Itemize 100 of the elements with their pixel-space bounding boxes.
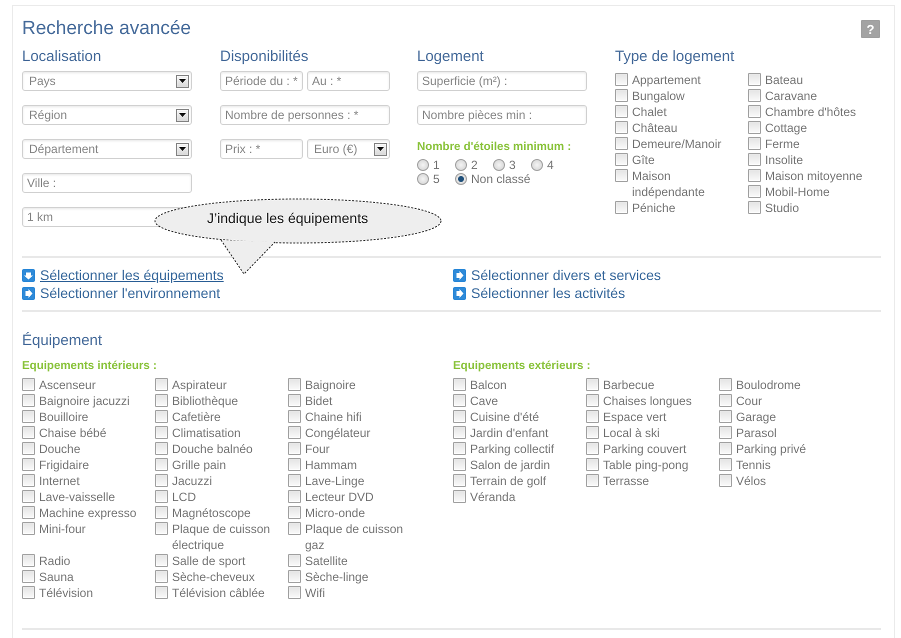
checkbox[interactable] — [155, 490, 168, 503]
checkbox[interactable] — [22, 474, 35, 487]
checkbox[interactable] — [719, 426, 732, 439]
checkbox[interactable] — [155, 426, 168, 439]
checkbox[interactable] — [748, 137, 761, 150]
checkbox-label[interactable]: Satellite — [305, 553, 348, 569]
checkbox[interactable] — [719, 474, 732, 487]
checkbox[interactable] — [748, 121, 761, 134]
checkbox[interactable] — [22, 490, 35, 503]
checkbox-label[interactable]: Cottage — [765, 120, 808, 136]
checkbox[interactable] — [155, 378, 168, 391]
checkbox-label[interactable]: Baignoire jacuzzi — [39, 393, 130, 409]
checkbox-label[interactable]: Balcon — [470, 377, 507, 393]
checkbox-label[interactable]: Péniche — [632, 200, 676, 216]
section-link[interactable]: Sélectionner les activités — [453, 284, 626, 302]
checkbox[interactable] — [615, 201, 628, 214]
checkbox[interactable] — [288, 522, 301, 535]
checkbox[interactable] — [615, 137, 628, 150]
checkbox[interactable] — [615, 89, 628, 102]
radio-button[interactable] — [417, 173, 429, 185]
checkbox-label[interactable]: Cafetière — [172, 409, 221, 425]
checkbox-label[interactable]: Parasol — [736, 425, 777, 441]
checkbox-label[interactable]: Boulodrome — [736, 377, 801, 393]
checkbox[interactable] — [719, 378, 732, 391]
checkbox-label[interactable]: Jacuzzi — [172, 473, 212, 489]
checkbox[interactable] — [615, 169, 628, 182]
checkbox-label[interactable]: Tennis — [736, 457, 771, 473]
input-field[interactable]: Superficie (m²) : — [417, 71, 587, 91]
checkbox-label[interactable]: Barbecue — [603, 377, 654, 393]
checkbox[interactable] — [22, 378, 35, 391]
checkbox[interactable] — [453, 394, 466, 407]
checkbox-label[interactable]: Chalet — [632, 104, 667, 120]
checkbox[interactable] — [615, 105, 628, 118]
checkbox-label[interactable]: Véranda — [470, 489, 516, 505]
checkbox-label[interactable]: LCD — [172, 489, 196, 505]
checkbox[interactable] — [719, 394, 732, 407]
checkbox[interactable] — [22, 458, 35, 471]
checkbox-label[interactable]: Micro-onde — [305, 505, 366, 521]
help-button[interactable]: ? — [861, 20, 880, 38]
radio-button[interactable] — [455, 159, 467, 171]
checkbox-label[interactable]: Maison indépendante — [632, 168, 733, 200]
checkbox[interactable] — [288, 570, 301, 583]
radio-button[interactable] — [417, 159, 429, 171]
checkbox[interactable] — [586, 458, 599, 471]
checkbox-label[interactable]: Salle de sport — [172, 553, 246, 569]
checkbox[interactable] — [288, 410, 301, 423]
checkbox[interactable] — [586, 426, 599, 439]
checkbox-label[interactable]: Chaises longues — [603, 393, 692, 409]
radio-button[interactable] — [455, 173, 467, 185]
checkbox-label[interactable]: Cour — [736, 393, 762, 409]
checkbox[interactable] — [719, 410, 732, 423]
checkbox[interactable] — [615, 73, 628, 86]
checkbox-label[interactable]: Bouilloire — [39, 409, 88, 425]
checkbox[interactable] — [586, 410, 599, 423]
checkbox-label[interactable]: Table ping-pong — [603, 457, 688, 473]
checkbox[interactable] — [288, 490, 301, 503]
checkbox[interactable] — [748, 105, 761, 118]
checkbox[interactable] — [453, 490, 466, 503]
checkbox[interactable] — [748, 89, 761, 102]
checkbox[interactable] — [288, 378, 301, 391]
checkbox[interactable] — [586, 394, 599, 407]
star-option-label[interactable]: Non classé — [471, 172, 530, 186]
checkbox-label[interactable]: Appartement — [632, 72, 701, 88]
checkbox-label[interactable]: Internet — [39, 473, 80, 489]
checkbox-label[interactable]: Télévision câblée — [172, 585, 265, 601]
input-field[interactable]: Nombre de personnes : * — [220, 105, 390, 125]
checkbox-label[interactable]: Insolite — [765, 152, 804, 168]
checkbox[interactable] — [22, 410, 35, 423]
section-link[interactable]: Sélectionner les équipements — [22, 266, 224, 284]
checkbox[interactable] — [615, 121, 628, 134]
checkbox-label[interactable]: Frigidaire — [39, 457, 90, 473]
checkbox-label[interactable]: Aspirateur — [172, 377, 227, 393]
checkbox-label[interactable]: Bidet — [305, 393, 332, 409]
checkbox[interactable] — [22, 442, 35, 455]
checkbox-label[interactable]: Parking couvert — [603, 441, 686, 457]
input-field[interactable]: Au : * — [307, 71, 390, 91]
star-option-label[interactable]: 2 — [471, 158, 478, 172]
checkbox-label[interactable]: Bungalow — [632, 88, 685, 104]
radio-button[interactable] — [493, 159, 505, 171]
section-link[interactable]: Sélectionner divers et services — [453, 266, 661, 284]
checkbox-label[interactable]: Salon de jardin — [470, 457, 550, 473]
checkbox-label[interactable]: Télévision — [39, 585, 94, 601]
checkbox[interactable] — [155, 474, 168, 487]
checkbox-label[interactable]: Mobil-Home — [765, 184, 830, 200]
checkbox[interactable] — [288, 442, 301, 455]
checkbox[interactable] — [22, 426, 35, 439]
input-field[interactable]: Nombre pièces min : — [417, 105, 587, 125]
checkbox[interactable] — [155, 554, 168, 567]
dropdown[interactable]: Pays — [22, 71, 192, 91]
checkbox-label[interactable]: Château — [632, 120, 678, 136]
checkbox-label[interactable]: Parking collectif — [470, 441, 554, 457]
checkbox-label[interactable]: Bateau — [765, 72, 804, 88]
checkbox[interactable] — [22, 586, 35, 599]
checkbox-label[interactable]: Terrasse — [603, 473, 650, 489]
checkbox-label[interactable]: Gîte — [632, 152, 655, 168]
checkbox[interactable] — [748, 185, 761, 198]
checkbox-label[interactable]: Jardin d'enfant — [470, 425, 548, 441]
checkbox[interactable] — [453, 378, 466, 391]
star-option-label[interactable]: 4 — [547, 158, 554, 172]
checkbox-label[interactable]: Lecteur DVD — [305, 489, 374, 505]
